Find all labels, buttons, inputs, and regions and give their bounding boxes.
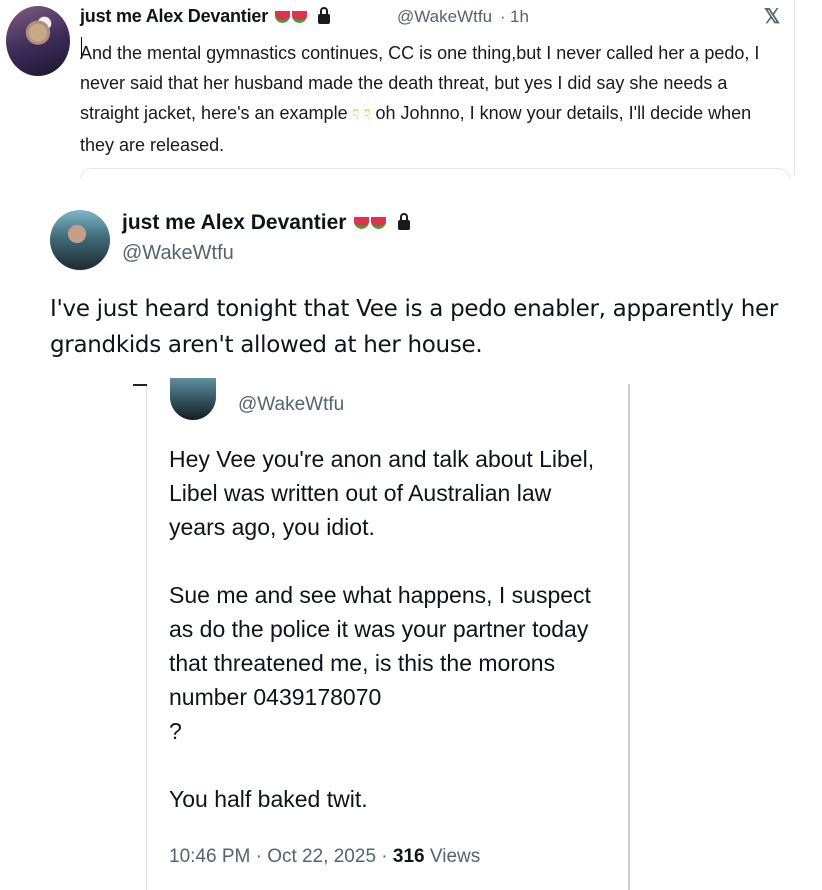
tweet-text: Hey Vee you're anon and talk about Libel… (169, 446, 595, 812)
crop-mark (133, 384, 147, 386)
avatar[interactable] (50, 210, 110, 270)
tweet-panel-2: just me Alex Devantier @WakeWtfu I've ju… (0, 190, 822, 370)
panel-border (146, 384, 147, 890)
avatar[interactable] (170, 378, 216, 420)
watermelon-icon (274, 11, 290, 24)
tweet-text: I've just heard tonight that Vee is a pe… (50, 296, 779, 358)
pointing-down-icon: 👇︎ (364, 106, 371, 123)
panel-border (628, 384, 630, 890)
author-handle[interactable]: @WakeWtfu (238, 394, 344, 416)
author-name[interactable]: just me Alex Devantier (122, 211, 411, 235)
author-handle[interactable]: @WakeWtfu (122, 242, 234, 265)
views-count[interactable]: 316 (393, 846, 425, 867)
tweet-panel-3: @WakeWtfu Hey Vee you're anon and talk a… (133, 378, 630, 890)
watermelon-icon (354, 217, 370, 230)
dot-separator: · (500, 7, 506, 26)
lock-icon (317, 7, 330, 25)
tweet-text: And the mental gymnastics continues, CC … (80, 38, 780, 160)
pointing-down-icon: 👇︎ (352, 106, 360, 123)
dot-separator: · (381, 846, 388, 867)
tweet-panel-1: just me Alex Devantier @WakeWtfu · 1h 𝕏 … (0, 0, 822, 179)
x-logo-icon: 𝕏 (764, 6, 781, 28)
tweet-meta: 10:46 PM · Oct 22, 2025 · 316 Views (169, 846, 480, 868)
watermelon-icon (371, 217, 387, 230)
tweet-timestamp[interactable]: 10:46 PM · Oct 22, 2025 (169, 846, 376, 867)
author-name-text[interactable]: just me Alex Devantier (122, 211, 346, 234)
lock-icon (398, 213, 411, 231)
author-handle[interactable]: @WakeWtfu (397, 7, 492, 27)
tweet-time[interactable]: 1h (510, 7, 529, 27)
author-name[interactable]: just me Alex Devantier (80, 6, 330, 27)
views-label: Views (429, 846, 481, 867)
quoted-card[interactable] (80, 168, 790, 179)
panel-border (794, 0, 795, 175)
watermelon-icon (291, 11, 307, 24)
author-name-text[interactable]: just me Alex Devantier (80, 6, 268, 26)
avatar[interactable] (6, 6, 70, 76)
